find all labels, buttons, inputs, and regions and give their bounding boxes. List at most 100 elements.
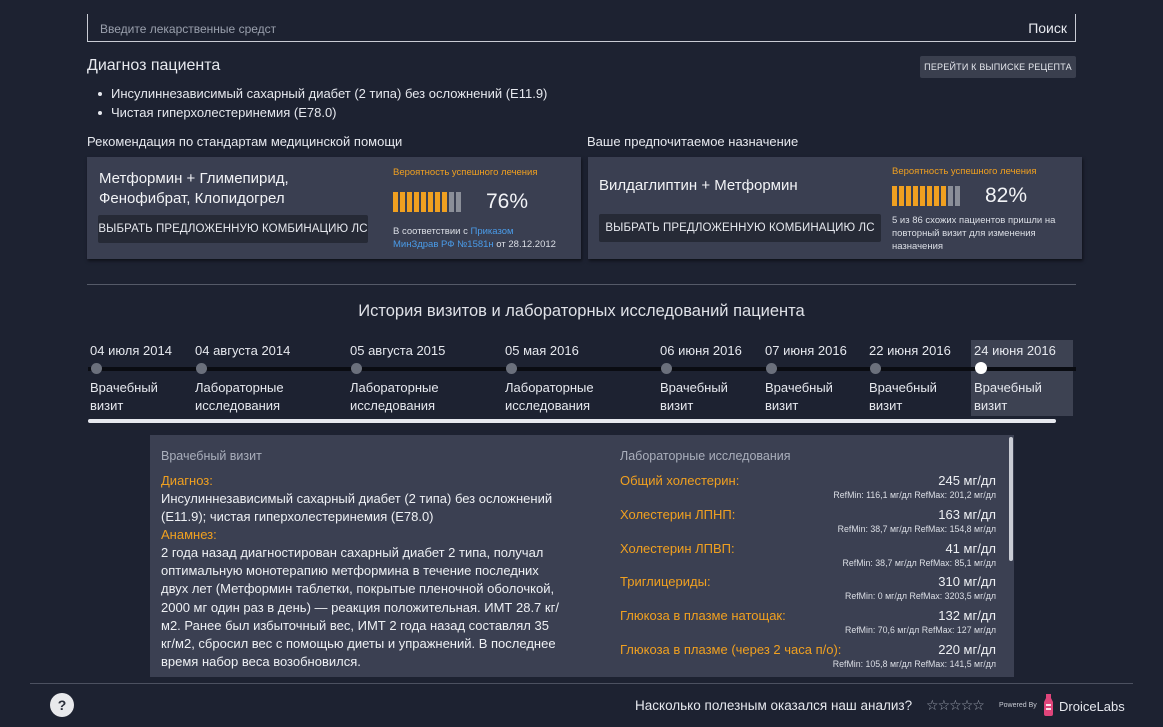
visit-date[interactable]: 07 июня 2016 (765, 343, 847, 358)
probability-value: 76% (486, 190, 529, 213)
lab-result-row: Глюкоза в плазме (через 2 часа п/о): 220 … (620, 642, 996, 672)
visit-marker[interactable] (766, 363, 777, 374)
visit-marker[interactable] (91, 363, 102, 374)
text-line: м2. Ранее был избыточный вес, ИМТ 2 года… (161, 617, 549, 633)
visit-type-line: Врачебный (765, 380, 833, 395)
search-input[interactable] (100, 20, 900, 38)
visit-type[interactable]: Врачебный визит (660, 379, 728, 415)
visit-date[interactable]: 04 июля 2014 (90, 343, 172, 358)
visit-marker[interactable] (870, 363, 881, 374)
choose-preferred-button[interactable]: ВЫБРАТЬ ПРЕДЛОЖЕННУЮ КОМБИНАЦИЮ ЛС (599, 214, 881, 242)
lab-value: 132 мг/дл (938, 608, 996, 624)
droicelabs-logo-icon (1044, 694, 1053, 716)
lab-result-row: Глюкоза в плазме натощак: 132 мг/дл RefMin… (620, 608, 996, 638)
diagnosis-text: Инсулиннезависимый сахарный диабет (2 ти… (161, 490, 552, 526)
star-icon[interactable]: ☆ (972, 697, 985, 713)
probability-segment-filled (407, 192, 412, 212)
lab-result-row: Триглицериды: 310 мг/дл RefMin: 0 мг/дл Re… (620, 574, 996, 604)
help-button[interactable]: ? (50, 693, 74, 717)
visit-type[interactable]: Лабораторные исследования (350, 379, 439, 415)
history-title: История визитов и лабораторных исследова… (358, 302, 805, 320)
section-divider (87, 284, 1076, 285)
probability-segment-filled (435, 192, 440, 212)
probability-segment-filled (442, 192, 447, 212)
visit-date[interactable]: 24 июня 2016 (974, 343, 1056, 358)
standard-note: В соответствии с Приказом МинЗдрав РФ №1… (393, 225, 556, 251)
text-line: 2000 мг один раз в день) — реакция полож… (161, 599, 559, 615)
timeline-track (88, 367, 1076, 371)
lab-value: 41 мг/дл (945, 540, 996, 556)
probability-segment-filled (393, 192, 398, 212)
visit-marker-selected[interactable] (975, 362, 987, 374)
note-text: повторный визит для изменения (892, 228, 1036, 239)
goto-prescription-button[interactable]: ПЕРЕЙТИ К ВЫПИСКЕ РЕЦЕПТА (920, 56, 1076, 78)
probability-segment-empty (948, 186, 953, 206)
order-link[interactable]: МинЗдрав РФ №1581н (393, 239, 494, 250)
visit-type-line: исследования (195, 398, 281, 413)
detail-scrollbar[interactable] (1009, 437, 1013, 561)
lab-name: Общий холестерин: (620, 473, 740, 488)
visit-detail-panel: Врачебный визит Диагноз: Инсулиннезависи… (150, 435, 1014, 677)
visit-type-line: визит (90, 398, 124, 413)
visit-type[interactable]: Врачебный визит (90, 379, 158, 415)
probability-segment-empty (456, 192, 461, 212)
visit-type[interactable]: Лабораторные исследования (195, 379, 284, 415)
visit-type-line: Врачебный (660, 380, 728, 395)
choose-recommended-button[interactable]: ВЫБРАТЬ ПРЕДЛОЖЕННУЮ КОМБИНАЦИЮ ЛС (98, 215, 368, 243)
visit-date[interactable]: 04 августа 2014 (195, 343, 290, 358)
powered-by-label: Powered By (999, 702, 1037, 709)
drug-line: Метформин + Глимепирид, (99, 170, 289, 187)
visit-marker[interactable] (506, 363, 517, 374)
lab-value: 163 мг/дл (938, 506, 996, 522)
star-icon[interactable]: ☆ (938, 697, 951, 713)
lab-value: 220 мг/дл (938, 642, 996, 657)
visit-type-line: Врачебный (869, 380, 937, 395)
probability-label: Вероятность успешного лечения (892, 166, 1037, 177)
anamnesis-label: Анамнез: (161, 527, 217, 542)
probability-bar (892, 186, 960, 206)
visit-type-line: визит (660, 398, 694, 413)
similar-patients-note: 5 из 86 схожих пациентов пришли на повто… (892, 214, 1055, 253)
star-icon[interactable]: ☆ (961, 697, 974, 713)
visit-date[interactable]: 05 августа 2015 (350, 343, 445, 358)
lab-value: 310 мг/дл (938, 574, 996, 590)
visit-marker[interactable] (196, 363, 207, 374)
visit-type[interactable]: Врачебный визит (869, 379, 937, 415)
probability-segment-filled (899, 186, 904, 206)
note-text: 5 из 86 схожих пациентов пришли на (892, 215, 1056, 226)
probability-segment-empty (955, 186, 960, 206)
probability-segment-filled (920, 186, 925, 206)
text-line: время набор веса возобновился. (161, 654, 361, 670)
lab-result-row: Холестерин ЛПВП: 41 мг/дл RefMin: 38,7 мг/… (620, 541, 996, 571)
probability-segment-empty (449, 192, 454, 212)
search-button[interactable]: Поиск (1028, 20, 1067, 36)
lab-name: Холестерин ЛПВП: (620, 540, 735, 556)
visit-type[interactable]: Лабораторные исследования (505, 379, 594, 415)
visit-type-line: Лабораторные (195, 380, 284, 395)
visit-type-line: исследования (350, 398, 436, 413)
visit-type-line: Лабораторные (505, 380, 594, 395)
lab-name: Глюкоза в плазме натощак: (620, 608, 786, 624)
star-icon[interactable]: ☆ (926, 697, 939, 713)
visit-date[interactable]: 06 июня 2016 (660, 343, 742, 358)
brand-name: DroiceLabs (1059, 699, 1125, 714)
visit-date[interactable]: 05 мая 2016 (505, 343, 579, 358)
anamnesis-text: 2 года назад диагностирован сахарный диа… (161, 544, 601, 671)
order-link[interactable]: Приказом (470, 226, 513, 237)
probability-value: 82% (985, 184, 1028, 207)
lab-result-row: Холестерин ЛПНП: 163 мг/дл RefMin: 38,7 мг… (620, 507, 996, 537)
search-bar: Поиск (87, 14, 1076, 42)
visit-marker[interactable] (661, 363, 672, 374)
rating-stars: ☆☆☆☆☆ (926, 697, 985, 714)
drug-line: Фенофибрат, Клопидогрел (99, 190, 285, 207)
timeline-scrollbar[interactable] (88, 419, 1056, 423)
visit-type[interactable]: Врачебный визит (765, 379, 833, 415)
visit-marker[interactable] (351, 363, 362, 374)
preferred-drugs: Вилдаглиптин + Метформин (599, 177, 798, 194)
note-text: В соответствии с (393, 226, 471, 237)
visit-date[interactable]: 22 июня 2016 (869, 343, 951, 358)
star-icon[interactable]: ☆ (949, 697, 962, 713)
probability-segment-filled (934, 186, 939, 206)
visit-type[interactable]: Врачебный визит (974, 379, 1042, 415)
probability-segment-filled (414, 192, 419, 212)
